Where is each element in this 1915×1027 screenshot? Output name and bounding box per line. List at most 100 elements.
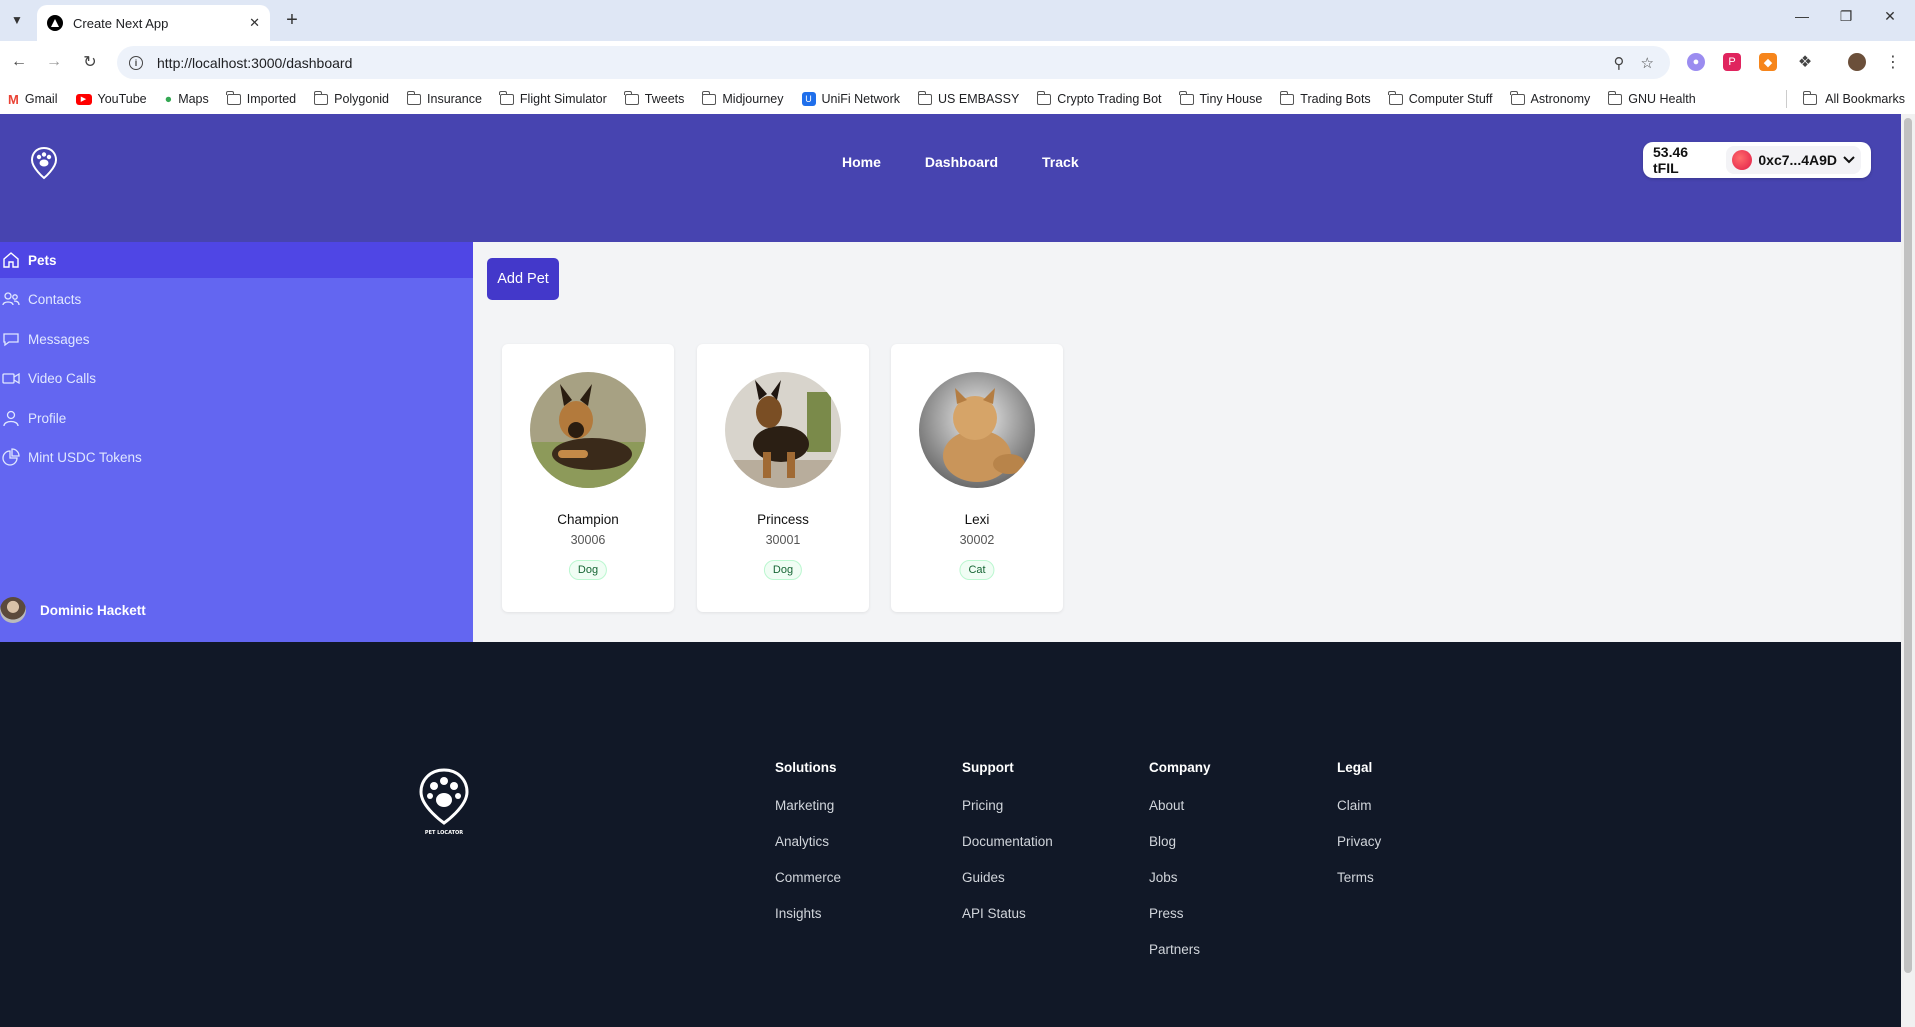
minimize-icon[interactable]: — xyxy=(1782,8,1822,24)
video-icon xyxy=(2,372,20,385)
url-text[interactable]: http://localhost:3000/dashboard xyxy=(157,55,1614,71)
sidebar-item-mint-usdc[interactable]: Mint USDC Tokens xyxy=(0,439,473,475)
extension-icon[interactable]: P xyxy=(1723,53,1741,71)
unifi-icon: U xyxy=(801,92,816,106)
tab-title: Create Next App xyxy=(73,15,169,31)
reload-icon[interactable]: ↻ xyxy=(79,51,101,73)
bookmarks-divider xyxy=(1786,90,1787,108)
bookmark-unifi[interactable]: U UniFi Network xyxy=(801,92,900,106)
logo-text: PET LOCATOR xyxy=(425,830,463,836)
sidebar-item-label: Contacts xyxy=(28,291,82,307)
sidebar-item-video-calls[interactable]: Video Calls xyxy=(0,360,473,396)
footer-link[interactable]: Pricing xyxy=(962,798,1053,814)
nav-dashboard[interactable]: Dashboard xyxy=(925,154,998,170)
users-icon xyxy=(2,292,20,306)
bookmark-folder[interactable]: Crypto Trading Bot xyxy=(1036,90,1162,106)
bookmark-folder[interactable]: Midjourney xyxy=(701,90,784,106)
account-avatar-icon xyxy=(1732,150,1753,170)
metamask-icon[interactable]: ◆ xyxy=(1759,53,1777,71)
bookmark-star-icon[interactable]: ☆ xyxy=(1641,54,1654,72)
footer-link[interactable]: Jobs xyxy=(1149,870,1211,886)
pet-card[interactable]: Princess 30001 Dog xyxy=(697,344,869,612)
bookmark-folder[interactable]: Insurance xyxy=(406,90,482,106)
sidebar-item-pets[interactable]: Pets xyxy=(0,242,473,278)
footer-link[interactable]: Documentation xyxy=(962,834,1053,850)
pet-locator-logo-icon[interactable] xyxy=(30,146,58,182)
bookmark-folder[interactable]: Flight Simulator xyxy=(499,90,607,106)
footer-link[interactable]: Claim xyxy=(1337,798,1381,814)
sidebar-item-contacts[interactable]: Contacts xyxy=(0,281,473,317)
pet-card[interactable]: Lexi 30002 Cat xyxy=(891,344,1063,612)
bookmark-folder[interactable]: Tweets xyxy=(624,90,684,106)
new-tab-icon[interactable]: + xyxy=(280,9,304,32)
wallet-account[interactable]: 0xc7...4A9D xyxy=(1726,146,1861,174)
pet-id: 30002 xyxy=(959,533,995,547)
pet-id: 30001 xyxy=(765,533,801,547)
wallet-connect-button[interactable]: 53.46 tFIL 0xc7...4A9D xyxy=(1643,142,1871,178)
tab-search-icon[interactable]: ▼ xyxy=(6,9,28,31)
footer-link[interactable]: Press xyxy=(1149,906,1211,922)
page-scrollbar[interactable] xyxy=(1901,114,1915,1027)
sidebar-item-label: Profile xyxy=(28,410,67,426)
bookmark-folder[interactable]: Astronomy xyxy=(1510,90,1590,106)
user-icon xyxy=(3,410,19,427)
sidebar-item-profile[interactable]: Profile xyxy=(0,400,473,436)
footer-link[interactable]: Blog xyxy=(1149,834,1211,850)
pet-card[interactable]: Champion 30006 Dog xyxy=(502,344,674,612)
bookmark-gmail[interactable]: M Gmail xyxy=(8,92,58,107)
footer-heading: Support xyxy=(962,760,1014,775)
back-icon[interactable]: ← xyxy=(8,51,30,73)
window-close-icon[interactable]: ✕ xyxy=(1870,8,1910,25)
bookmark-folder[interactable]: Computer Stuff xyxy=(1388,90,1493,106)
add-pet-button[interactable]: Add Pet xyxy=(487,258,559,300)
footer-column-company: Company About Blog Jobs Press Partners xyxy=(1149,760,1211,978)
pet-name: Lexi xyxy=(964,512,990,527)
folder-icon xyxy=(1388,90,1403,105)
scrollbar-thumb[interactable] xyxy=(1904,118,1912,973)
youtube-icon: ▶ xyxy=(75,93,92,105)
bookmark-folder[interactable]: Imported xyxy=(226,90,296,106)
footer-link[interactable]: Insights xyxy=(775,906,841,922)
pet-locator-logo-icon[interactable]: PET LOCATOR xyxy=(417,767,471,837)
bookmark-folder[interactable]: GNU Health xyxy=(1607,90,1696,106)
sidebar-item-messages[interactable]: Messages xyxy=(0,321,473,357)
pie-chart-icon xyxy=(2,448,20,466)
bookmark-folder[interactable]: US EMBASSY xyxy=(917,90,1019,106)
footer-link[interactable]: Terms xyxy=(1337,870,1381,886)
address-bar[interactable]: i http://localhost:3000/dashboard ⚲ ☆ xyxy=(117,46,1670,79)
footer-link[interactable]: Analytics xyxy=(775,834,841,850)
tab-close-icon[interactable]: ✕ xyxy=(249,15,260,31)
pet-type-badge: Dog xyxy=(763,560,803,580)
footer-link[interactable]: API Status xyxy=(962,906,1053,922)
extension-icon[interactable]: ● xyxy=(1687,53,1705,71)
browser-tab[interactable]: Create Next App ✕ xyxy=(37,5,270,41)
folder-icon xyxy=(1802,90,1818,105)
menu-kebab-icon[interactable]: ⋮ xyxy=(1884,53,1902,71)
footer-link[interactable]: Guides xyxy=(962,870,1053,886)
footer-link[interactable]: Commerce xyxy=(775,870,841,886)
user-name: Dominic Hackett xyxy=(40,602,146,618)
bookmark-folder[interactable]: Tiny House xyxy=(1179,90,1262,106)
app-viewport: Home Dashboard Track 53.46 tFIL 0xc7...4… xyxy=(0,114,1901,1027)
nav-track[interactable]: Track xyxy=(1042,154,1079,170)
extensions-puzzle-icon[interactable]: ❖ xyxy=(1796,53,1814,71)
restore-icon[interactable]: ❐ xyxy=(1826,8,1866,25)
footer-link[interactable]: Privacy xyxy=(1337,834,1381,850)
folder-icon xyxy=(499,90,514,105)
profile-avatar-icon[interactable] xyxy=(1848,53,1866,71)
pet-name: Champion xyxy=(557,512,619,527)
user-profile[interactable]: Dominic Hackett xyxy=(0,597,146,623)
bookmark-youtube[interactable]: ▶ YouTube xyxy=(75,92,147,106)
bookmark-folder[interactable]: Trading Bots xyxy=(1279,90,1371,106)
footer-link[interactable]: Partners xyxy=(1149,942,1211,958)
zoom-icon[interactable]: ⚲ xyxy=(1614,54,1625,72)
all-bookmarks-button[interactable]: All Bookmarks xyxy=(1802,90,1905,106)
bookmark-folder[interactable]: Polygonid xyxy=(313,90,389,106)
footer-heading: Solutions xyxy=(775,760,837,775)
footer-link[interactable]: Marketing xyxy=(775,798,841,814)
forward-icon[interactable]: → xyxy=(43,51,65,73)
site-info-icon[interactable]: i xyxy=(129,55,143,70)
nav-home[interactable]: Home xyxy=(842,154,881,170)
bookmark-maps[interactable]: ● Maps xyxy=(165,92,209,106)
footer-link[interactable]: About xyxy=(1149,798,1211,814)
